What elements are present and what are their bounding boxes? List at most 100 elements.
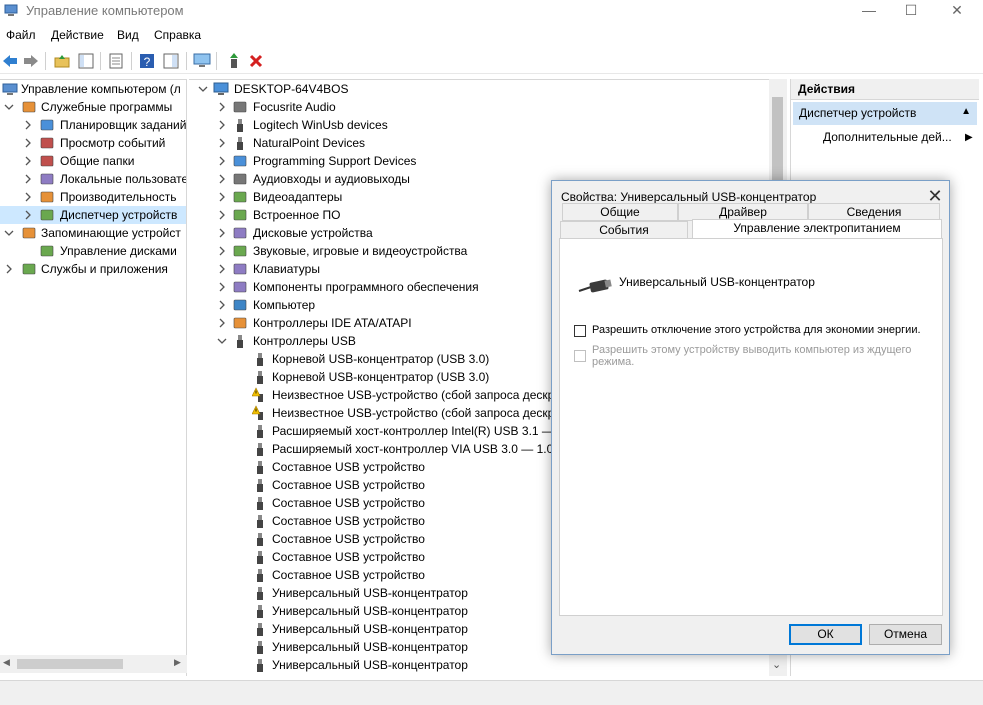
close-button[interactable]: ✕ [934, 0, 980, 22]
scroll-left-icon[interactable]: ◀ [3, 657, 10, 668]
allow-wake-checkbox[interactable] [574, 350, 586, 362]
left-pane-horizontal-scrollbar[interactable]: ◀ ▶ [0, 655, 187, 673]
driver-update-icon [230, 53, 238, 68]
menu-view[interactable]: Вид [117, 28, 139, 42]
actions-header: Действия [791, 79, 979, 100]
forward-button[interactable] [21, 51, 41, 71]
usb-device-icon [257, 479, 263, 492]
usb-cable-icon [578, 279, 612, 293]
tab-events[interactable]: События [560, 221, 688, 239]
tree-item[interactable]: Диспетчер устройств [0, 206, 186, 224]
allow-power-off-checkbox[interactable] [574, 325, 586, 337]
tree-item[interactable]: Локальные пользовате [0, 170, 186, 188]
minimize-button[interactable]: — [846, 0, 892, 22]
chevron-down-icon[interactable] [4, 102, 14, 112]
action-pane-button[interactable] [161, 51, 181, 71]
chevron-down-icon[interactable] [4, 228, 14, 238]
dialog-title: Свойства: Универсальный USB-концентратор [561, 190, 817, 204]
device-category[interactable]: Focusrite Audio [189, 98, 769, 116]
chevron-right-icon[interactable] [217, 102, 227, 112]
cancel-button[interactable]: Отмена [869, 624, 942, 645]
chevron-right-icon[interactable] [23, 210, 33, 220]
maximize-button[interactable]: ☐ [888, 0, 934, 22]
chevron-right-icon[interactable] [217, 120, 227, 130]
help-button[interactable]: ? [137, 51, 157, 71]
properties-button[interactable] [106, 51, 126, 71]
uninstall-device-button[interactable] [246, 51, 266, 71]
chevron-right-icon[interactable] [217, 228, 227, 238]
clock-icon [40, 119, 54, 131]
tree-item[interactable]: Общие папки [0, 152, 186, 170]
usb-device-item[interactable]: Универсальный USB-концентратор [189, 656, 769, 674]
chevron-right-icon[interactable] [217, 282, 227, 292]
folder-up-icon [54, 55, 70, 68]
tab-power-management[interactable]: Управление электропитанием [692, 219, 942, 239]
tree-item[interactable]: Управление дисками [0, 242, 186, 260]
chevron-right-icon[interactable] [23, 174, 33, 184]
computer-node[interactable]: DESKTOP-64V4BOS [189, 80, 769, 98]
services-icon [22, 263, 36, 275]
chevron-right-icon[interactable] [217, 210, 227, 220]
toolbar: ? [0, 48, 983, 74]
menu-file[interactable]: Файл [6, 28, 36, 42]
scan-hardware-button[interactable] [192, 51, 212, 71]
scroll-right-icon[interactable]: ▶ [174, 657, 181, 668]
device-category[interactable]: Programming Support Devices [189, 152, 769, 170]
chevron-right-icon[interactable] [217, 246, 227, 256]
display-adapter-icon [233, 191, 247, 203]
usb-device-icon [257, 515, 263, 528]
more-actions-link[interactable]: Дополнительные дей... [823, 130, 952, 144]
chevron-right-icon[interactable] [217, 318, 227, 328]
keyboard-icon [233, 263, 247, 275]
tab-general[interactable]: Общие [562, 203, 678, 221]
usb-device-icon [257, 551, 263, 564]
device-category[interactable]: NaturalPoint Devices [189, 134, 769, 152]
tree-item[interactable]: Службы и приложения [0, 260, 186, 278]
scroll-thumb[interactable] [17, 659, 123, 669]
collapse-up-icon[interactable]: ▲ [961, 106, 971, 117]
usb-device-icon [257, 587, 263, 600]
device-manager-icon [40, 209, 54, 221]
usb-device-icon [257, 569, 263, 582]
properties-dialog: Свойства: Универсальный USB-концентратор… [551, 180, 950, 655]
tree-item[interactable]: Производительность [0, 188, 186, 206]
up-folder-button[interactable] [52, 51, 72, 71]
chevron-right-icon[interactable] [4, 264, 14, 274]
menu-bar: Файл Действие Вид Справка [0, 25, 983, 46]
tree-item[interactable]: Планировщик заданий [0, 116, 186, 134]
help-icon: ? [140, 54, 154, 69]
tree-item[interactable]: Служебные программы [0, 98, 186, 116]
tree-root[interactable]: Управление компьютером (л [0, 80, 186, 98]
show-hide-tree-button[interactable] [76, 51, 96, 71]
ide-controller-icon [233, 317, 247, 329]
menu-help[interactable]: Справка [154, 28, 201, 42]
back-button[interactable] [0, 51, 20, 71]
users-icon [40, 173, 54, 185]
chevron-down-icon[interactable] [198, 84, 208, 94]
chevron-right-icon[interactable] [217, 156, 227, 166]
tree-item[interactable]: Запоминающие устройст [0, 224, 186, 242]
chevron-right-icon[interactable] [217, 264, 227, 274]
scroll-down-icon[interactable]: ⌄ [772, 658, 781, 671]
ok-button[interactable]: ОК [789, 624, 862, 645]
chevron-right-icon[interactable] [217, 192, 227, 202]
chevron-right-icon[interactable] [23, 138, 33, 148]
update-driver-button[interactable] [224, 51, 244, 71]
speaker-icon [233, 173, 247, 185]
chevron-down-icon[interactable] [217, 336, 227, 346]
forward-arrow-icon [24, 55, 38, 67]
chevron-right-icon[interactable] [217, 138, 227, 148]
sound-icon [233, 245, 247, 257]
device-category[interactable]: Logitech WinUsb devices [189, 116, 769, 134]
chevron-right-icon[interactable] [217, 300, 227, 310]
software-component-icon [233, 281, 247, 293]
menu-action[interactable]: Действие [51, 28, 104, 42]
chevron-right-icon[interactable] [23, 192, 33, 202]
tree-item[interactable]: Просмотр событий [0, 134, 186, 152]
actions-section-device-manager[interactable]: Диспетчер устройств ▲ [793, 102, 977, 125]
chevron-right-icon[interactable] [23, 156, 33, 166]
chevron-right-icon[interactable] [23, 120, 33, 130]
device-name: Универсальный USB-концентратор [619, 275, 815, 289]
chevron-right-icon[interactable] [217, 174, 227, 184]
submenu-arrow-icon: ▶ [965, 132, 973, 143]
